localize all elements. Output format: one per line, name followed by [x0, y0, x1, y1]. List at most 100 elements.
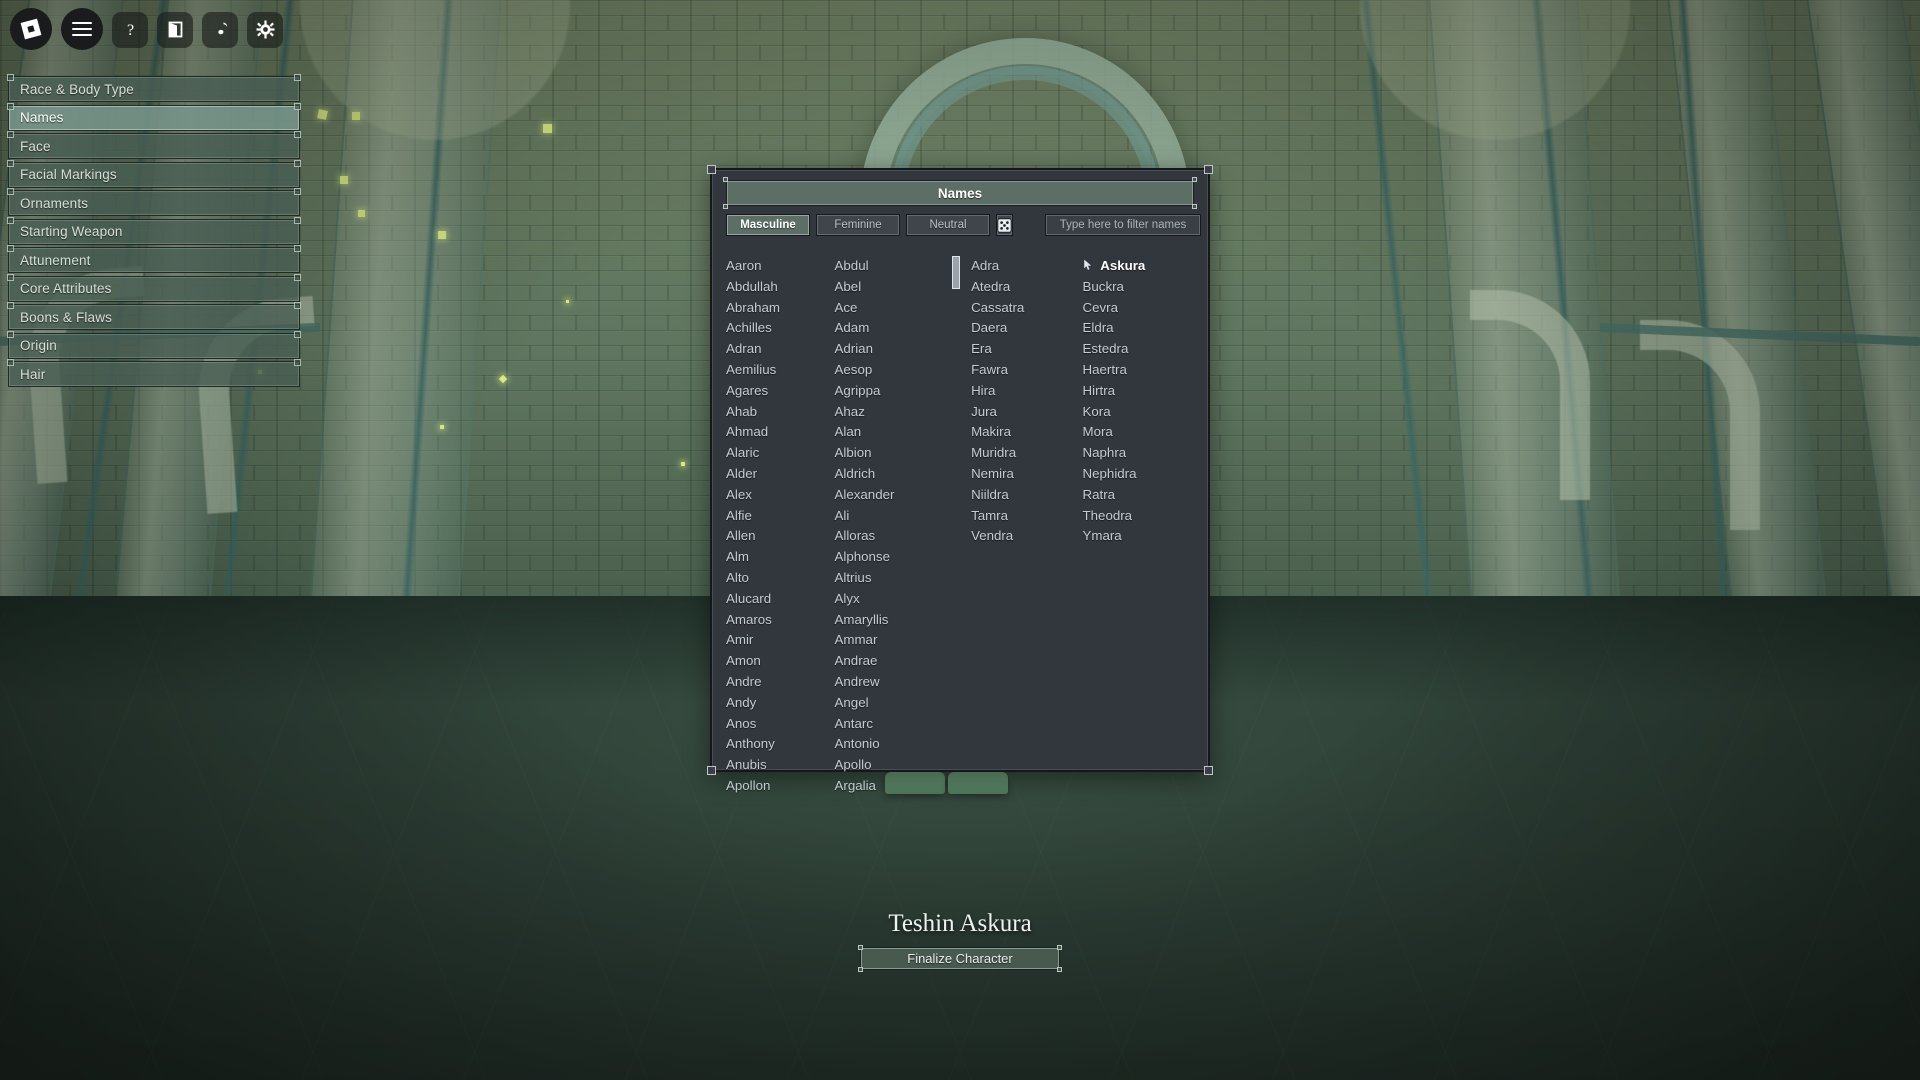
name-option[interactable]: Adrian [835, 339, 944, 360]
name-option[interactable]: Agares [726, 381, 835, 402]
name-option[interactable]: Adra [971, 256, 1082, 277]
name-option[interactable]: Altrius [835, 568, 944, 589]
name-option[interactable]: Vendra [971, 526, 1082, 547]
name-option[interactable]: Niildra [971, 485, 1082, 506]
name-option[interactable]: Alm [726, 547, 835, 568]
gear-icon[interactable] [247, 11, 283, 48]
name-option[interactable]: Alloras [835, 526, 944, 547]
name-option[interactable]: Fawra [971, 360, 1082, 381]
name-option[interactable]: Ahmad [726, 422, 835, 443]
help-icon[interactable]: ? [112, 11, 148, 48]
dice-icon[interactable] [996, 214, 1013, 236]
name-option[interactable]: Abel [835, 277, 944, 298]
sidebar-item-facial-markings[interactable]: Facial Markings [7, 159, 301, 188]
name-option[interactable]: Ammar [835, 630, 944, 651]
name-option[interactable]: Alphonse [835, 547, 944, 568]
name-option[interactable]: Amaryllis [835, 610, 944, 631]
name-option[interactable]: Estedra [1083, 339, 1194, 360]
name-option[interactable]: Agrippa [835, 381, 944, 402]
name-option[interactable]: Alex [726, 485, 835, 506]
search-input[interactable] [1045, 214, 1201, 236]
finalize-character-button[interactable]: Finalize Character [858, 945, 1062, 972]
name-option[interactable]: Ahab [726, 402, 835, 423]
sidebar-item-race-body-type[interactable]: Race & Body Type [7, 74, 301, 102]
scrollbar-thumb[interactable] [952, 256, 960, 289]
name-option[interactable]: Atedra [971, 277, 1082, 298]
name-option[interactable]: Allen [726, 526, 835, 547]
menu-icon[interactable] [61, 8, 103, 50]
name-option[interactable]: Amon [726, 651, 835, 672]
sidebar-item-ornaments[interactable]: Ornaments [7, 188, 301, 216]
name-option[interactable]: Apollon [726, 776, 835, 797]
name-option[interactable]: Andrae [835, 651, 944, 672]
name-option[interactable]: Alder [726, 464, 835, 485]
name-option[interactable]: Kora [1083, 402, 1194, 423]
name-option[interactable]: Aaron [726, 256, 835, 277]
name-option[interactable]: Daera [971, 318, 1082, 339]
names-scrollbar[interactable] [952, 256, 960, 742]
name-option[interactable]: Andre [726, 672, 835, 693]
sidebar-item-boons-flaws[interactable]: Boons & Flaws [7, 302, 301, 330]
name-option[interactable]: Alyx [835, 589, 944, 610]
name-option[interactable]: Era [971, 339, 1082, 360]
name-option-selected[interactable]: Askura [1083, 256, 1194, 277]
name-option[interactable]: Anos [726, 714, 835, 735]
sidebar-item-core-attributes[interactable]: Core Attributes [7, 273, 301, 302]
name-option[interactable]: Theodra [1083, 506, 1194, 527]
name-option[interactable]: Ali [835, 506, 944, 527]
name-option[interactable]: Abdullah [726, 277, 835, 298]
music-note-icon[interactable] [202, 11, 238, 48]
name-option[interactable]: Achilles [726, 318, 835, 339]
name-option[interactable]: Cevra [1083, 298, 1194, 319]
name-option[interactable]: Aemilius [726, 360, 835, 381]
name-option[interactable]: Makira [971, 422, 1082, 443]
name-option[interactable]: Angel [835, 693, 944, 714]
name-option[interactable]: Buckra [1083, 277, 1194, 298]
name-option[interactable]: Alan [835, 422, 944, 443]
name-option[interactable]: Andy [726, 693, 835, 714]
name-option[interactable]: Adam [835, 318, 944, 339]
name-option[interactable]: Ahaz [835, 402, 944, 423]
name-option[interactable]: Hirtra [1083, 381, 1194, 402]
name-option[interactable]: Naphra [1083, 443, 1194, 464]
name-option[interactable]: Alto [726, 568, 835, 589]
name-option[interactable]: Nephidra [1083, 464, 1194, 485]
name-option[interactable]: Adran [726, 339, 835, 360]
name-option[interactable]: Amir [726, 630, 835, 651]
sidebar-item-attunement[interactable]: Attunement [7, 245, 301, 273]
name-option[interactable]: Ratra [1083, 485, 1194, 506]
name-option[interactable]: Apollo [835, 755, 944, 776]
exit-door-icon[interactable] [157, 11, 193, 48]
tab-neutral[interactable]: Neutral [906, 214, 990, 236]
sidebar-item-face[interactable]: Face [7, 131, 301, 159]
name-option[interactable]: Alucard [726, 589, 835, 610]
name-option[interactable]: Aldrich [835, 464, 944, 485]
sidebar-item-origin[interactable]: Origin [7, 330, 301, 359]
name-option[interactable]: Albion [835, 443, 944, 464]
name-option[interactable]: Alfie [726, 506, 835, 527]
name-option[interactable]: Ace [835, 298, 944, 319]
sidebar-item-hair[interactable]: Hair [7, 359, 301, 387]
name-option[interactable]: Antonio [835, 734, 944, 755]
name-option[interactable]: Muridra [971, 443, 1082, 464]
name-option[interactable]: Eldra [1083, 318, 1194, 339]
name-option[interactable]: Amaros [726, 610, 835, 631]
tab-feminine[interactable]: Feminine [816, 214, 900, 236]
name-option[interactable]: Cassatra [971, 298, 1082, 319]
tab-masculine[interactable]: Masculine [726, 214, 810, 236]
name-option[interactable]: Andrew [835, 672, 944, 693]
name-option[interactable]: Alaric [726, 443, 835, 464]
name-option[interactable]: Anthony [726, 734, 835, 755]
name-option[interactable]: Hira [971, 381, 1082, 402]
roblox-logo-icon[interactable] [10, 8, 52, 50]
name-option[interactable]: Haertra [1083, 360, 1194, 381]
name-option[interactable]: Abraham [726, 298, 835, 319]
name-option[interactable]: Antarc [835, 714, 944, 735]
name-option[interactable]: Jura [971, 402, 1082, 423]
name-option[interactable]: Mora [1083, 422, 1194, 443]
name-option[interactable]: Abdul [835, 256, 944, 277]
name-option[interactable]: Tamra [971, 506, 1082, 527]
name-option[interactable]: Alexander [835, 485, 944, 506]
name-option[interactable]: Ymara [1083, 526, 1194, 547]
name-option[interactable]: Nemira [971, 464, 1082, 485]
